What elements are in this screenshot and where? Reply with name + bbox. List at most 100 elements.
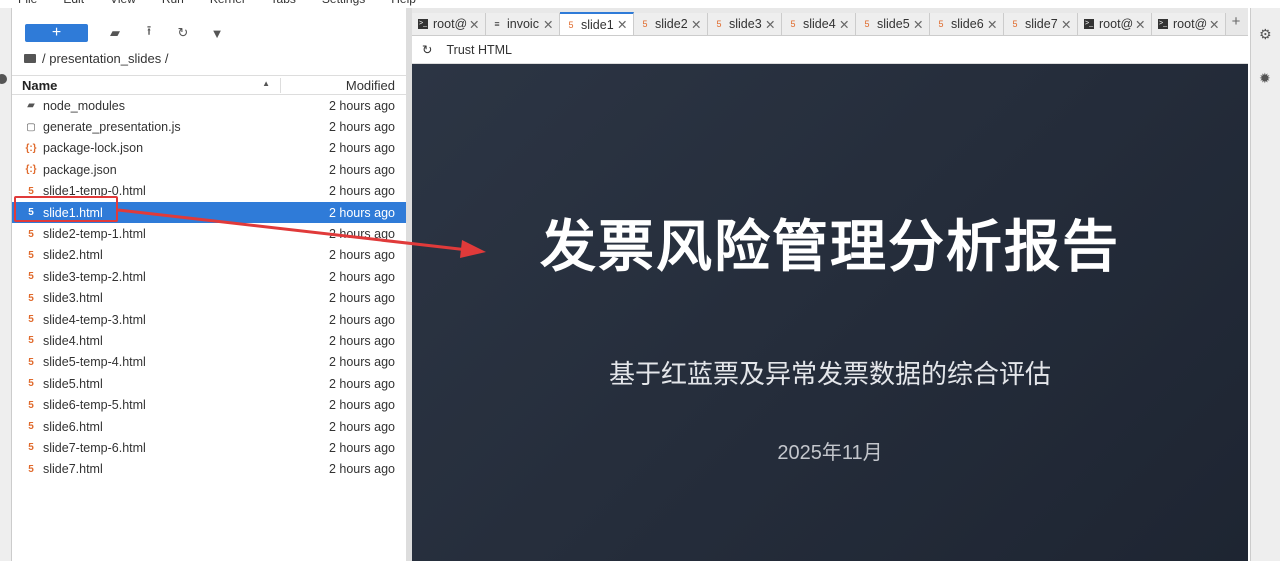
- tab-slide6-7[interactable]: 5 slide6 ✕: [930, 13, 1004, 35]
- file-modified: 2 hours ago: [328, 184, 395, 199]
- close-tab-icon[interactable]: ✕: [1135, 17, 1145, 32]
- tab-slide1-2[interactable]: 5 slide1 ✕: [560, 12, 634, 35]
- file-row[interactable]: 5 slide5.html 2 hours ago: [12, 373, 406, 394]
- file-toolbar: + ▰ ⭱ ↻ ▼: [25, 22, 224, 44]
- file-row[interactable]: 5 slide4-temp-3.html 2 hours ago: [12, 309, 406, 330]
- file-name: slide6.html: [43, 419, 103, 434]
- slide-subtitle: 基于红蓝票及异常发票数据的综合评估: [608, 359, 1051, 389]
- tab-label: slide4: [803, 17, 836, 31]
- tab-slide4-5[interactable]: 5 slide4 ✕: [782, 13, 856, 35]
- trust-html-button[interactable]: Trust HTML: [446, 43, 512, 57]
- close-tab-icon[interactable]: ✕: [1209, 17, 1219, 32]
- file-row[interactable]: {:} package.json 2 hours ago: [12, 159, 406, 180]
- close-tab-icon[interactable]: ✕: [543, 17, 553, 32]
- file-row[interactable]: 5 slide7-temp-6.html 2 hours ago: [12, 437, 406, 458]
- tab-label: slide3: [729, 17, 762, 31]
- menu-help[interactable]: Help: [391, 0, 416, 6]
- tab-label: slide2: [655, 17, 688, 31]
- file-row[interactable]: 5 slide6.html 2 hours ago: [12, 416, 406, 437]
- close-tab-icon[interactable]: ✕: [617, 17, 627, 32]
- file-modified: 2 hours ago: [328, 205, 395, 220]
- file-name: generate_presentation.js: [43, 120, 181, 135]
- file-modified: 2 hours ago: [328, 333, 395, 348]
- file-name: slide2.html: [43, 248, 103, 263]
- html-icon: 5: [28, 249, 34, 261]
- close-tab-icon[interactable]: ✕: [691, 17, 701, 32]
- new-launcher-button[interactable]: +: [25, 24, 88, 42]
- file-list-header: Name ▲ Modified: [12, 75, 406, 95]
- file-name: slide5.html: [43, 376, 103, 391]
- tab-root-10[interactable]: >_ root@ ✕: [1152, 13, 1226, 35]
- menu-settings[interactable]: Settings: [322, 0, 365, 6]
- tab-slide2-3[interactable]: 5 slide2 ✕: [634, 13, 708, 35]
- menu-view[interactable]: View: [110, 0, 136, 6]
- slide-preview: 发票风险管理分析报告 基于红蓝票及异常发票数据的综合评估 2025年11月: [412, 64, 1248, 561]
- file-row[interactable]: 5 slide6-temp-5.html 2 hours ago: [12, 394, 406, 415]
- close-tab-icon[interactable]: ✕: [1061, 17, 1071, 32]
- file-name: slide4.html: [43, 333, 103, 348]
- close-tab-icon[interactable]: ✕: [469, 17, 479, 32]
- tab-label: slide5: [877, 17, 910, 31]
- reload-icon[interactable]: ↻: [422, 42, 432, 57]
- file-modified: 2 hours ago: [328, 419, 395, 434]
- file-modified: 2 hours ago: [328, 398, 395, 413]
- menu-tabs[interactable]: Tabs: [271, 0, 296, 6]
- menu-kernel[interactable]: Kernel: [210, 0, 245, 6]
- breadcrumb-path[interactable]: / presentation_slides /: [42, 51, 168, 66]
- close-tab-icon[interactable]: ✕: [839, 17, 849, 32]
- html-icon: 5: [28, 335, 34, 347]
- file-row[interactable]: ▢ generate_presentation.js 2 hours ago: [12, 116, 406, 137]
- html-icon: 5: [864, 19, 870, 29]
- file-row[interactable]: 5 slide2.html 2 hours ago: [12, 245, 406, 266]
- file-modified: 2 hours ago: [328, 98, 395, 113]
- terminal-icon: >_: [418, 19, 428, 29]
- html-icon: 5: [938, 19, 944, 29]
- html-viewer-toolbar: ↻ Trust HTML: [412, 36, 1248, 64]
- menu-file[interactable]: File: [18, 0, 37, 6]
- close-tab-icon[interactable]: ✕: [987, 17, 997, 32]
- slide-date: 2025年11月: [777, 442, 883, 464]
- name-column-header[interactable]: Name ▲: [12, 78, 280, 93]
- modified-column-header[interactable]: Modified: [280, 77, 406, 93]
- new-folder-icon[interactable]: ▰: [108, 25, 122, 41]
- tab-invoic-1[interactable]: ≡ invoic ✕: [486, 13, 560, 35]
- menu-edit[interactable]: Edit: [63, 0, 84, 6]
- file-modified: 2 hours ago: [328, 376, 395, 391]
- add-tab-button[interactable]: +: [1226, 13, 1246, 35]
- refresh-icon[interactable]: ↻: [176, 25, 190, 41]
- tab-slide3-4[interactable]: 5 slide3 ✕: [708, 13, 782, 35]
- upload-icon[interactable]: ⭱: [142, 22, 156, 44]
- filter-icon[interactable]: ▼: [210, 26, 224, 41]
- file-row[interactable]: 5 slide3.html 2 hours ago: [12, 288, 406, 309]
- tab-label: root@: [1099, 17, 1133, 31]
- folder-icon: ▰: [27, 100, 35, 112]
- file-row[interactable]: 5 slide2-temp-1.html 2 hours ago: [12, 223, 406, 244]
- file-row[interactable]: 5 slide5-temp-4.html 2 hours ago: [12, 352, 406, 373]
- file-row[interactable]: 5 slide4.html 2 hours ago: [12, 330, 406, 351]
- annotation-highlight-box: [14, 196, 118, 222]
- file-modified: 2 hours ago: [328, 355, 395, 370]
- folder-icon[interactable]: [24, 54, 36, 63]
- file-row[interactable]: {:} package-lock.json 2 hours ago: [12, 138, 406, 159]
- debugger-icon[interactable]: ✹: [1259, 70, 1271, 87]
- property-inspector-icon[interactable]: ⚙: [1259, 26, 1272, 43]
- tab-slide7-8[interactable]: 5 slide7 ✕: [1004, 13, 1078, 35]
- tab-label: slide6: [951, 17, 984, 31]
- file-name: slide4-temp-3.html: [43, 312, 146, 327]
- file-row[interactable]: ▰ node_modules 2 hours ago: [12, 95, 406, 116]
- tab-root-9[interactable]: >_ root@ ✕: [1078, 13, 1152, 35]
- file-row[interactable]: 5 slide3-temp-2.html 2 hours ago: [12, 266, 406, 287]
- close-tab-icon[interactable]: ✕: [913, 17, 923, 32]
- close-tab-icon[interactable]: ✕: [765, 17, 775, 32]
- tab-slide5-6[interactable]: 5 slide5 ✕: [856, 13, 930, 35]
- file-icon: ▢: [26, 121, 36, 133]
- file-browser: + ▰ ⭱ ↻ ▼ / presentation_slides / Name ▲ …: [12, 8, 406, 561]
- json-icon: {:}: [25, 164, 37, 176]
- tab-root-0[interactable]: >_ root@ ✕: [412, 13, 486, 35]
- right-sidebar: ⚙ ✹: [1250, 8, 1280, 561]
- menu-run[interactable]: Run: [162, 0, 184, 6]
- html-icon: 5: [716, 19, 722, 29]
- activity-bar: [0, 8, 12, 561]
- running-icon[interactable]: [0, 74, 7, 84]
- file-row[interactable]: 5 slide7.html 2 hours ago: [12, 459, 406, 480]
